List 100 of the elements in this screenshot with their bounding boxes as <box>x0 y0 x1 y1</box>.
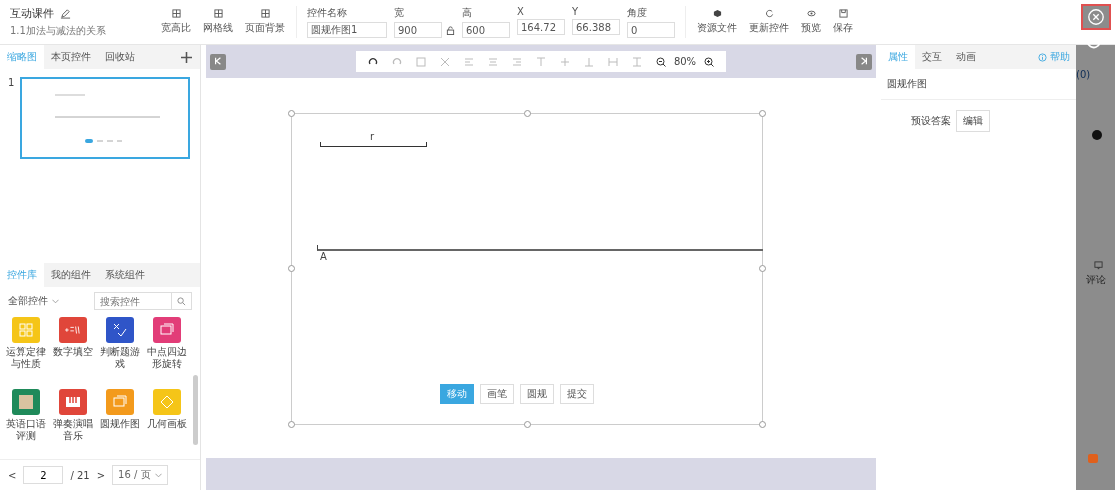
page-thumbnail[interactable] <box>20 77 191 159</box>
page-size-dropdown[interactable]: 16 / 页 <box>112 465 168 485</box>
category-dropdown[interactable]: 全部控件 <box>8 294 59 308</box>
widget-icon[interactable] <box>11 389 40 415</box>
edit-button[interactable]: 编辑 <box>956 110 990 132</box>
page-input[interactable]: 2 <box>23 466 64 484</box>
resize-handle[interactable] <box>759 110 766 117</box>
resize-handle[interactable] <box>288 421 295 428</box>
group-icon[interactable] <box>415 56 426 67</box>
collapse-right-icon <box>860 57 868 65</box>
field-label: 宽 <box>394 6 405 20</box>
toolbar-button[interactable]: 网格线 <box>198 7 238 37</box>
tool-button[interactable]: 圆规 <box>520 384 554 404</box>
field-label: 控件名称 <box>307 6 348 20</box>
widget-label: 几何画板 <box>145 418 188 430</box>
distribute-vertical-icon[interactable] <box>631 56 642 67</box>
pencil-icon[interactable] <box>60 8 71 19</box>
property-tab[interactable]: 交互 <box>915 45 949 69</box>
align-right-icon[interactable] <box>511 56 522 67</box>
badge-icon <box>1088 454 1098 463</box>
widget-icon[interactable] <box>152 317 181 343</box>
search-button[interactable] <box>172 292 192 310</box>
collapse-right-button[interactable] <box>856 53 872 70</box>
property-tab[interactable]: 动画 <box>949 45 983 69</box>
resize-handle[interactable] <box>288 110 295 117</box>
widget-icon[interactable] <box>58 389 87 415</box>
widget-label: 圆规作图 <box>98 418 141 430</box>
align-left-icon[interactable] <box>463 56 474 67</box>
property-input[interactable]: 164.72 <box>517 19 565 35</box>
resize-handle[interactable] <box>524 110 531 117</box>
resize-handle[interactable] <box>759 421 766 428</box>
widget-label: 运算定律与性质 <box>4 346 47 370</box>
grid-icon <box>213 9 223 18</box>
property-input[interactable]: 600 <box>462 22 510 38</box>
zoom-in-icon[interactable] <box>704 56 715 67</box>
comment-label: 评论 <box>1086 273 1106 287</box>
info-icon <box>1038 52 1047 62</box>
property-input[interactable]: 0 <box>627 22 675 38</box>
app-title: 互动课件 <box>10 6 54 21</box>
lock-icon[interactable] <box>446 25 455 35</box>
grid-icon <box>171 9 181 18</box>
field-label: Y <box>572 6 580 17</box>
widget-label: 判断题游戏 <box>98 346 141 370</box>
next-page-button[interactable]: > <box>96 469 106 481</box>
align-center-icon[interactable] <box>487 56 498 67</box>
toolbar-button[interactable]: 更新控件 <box>744 7 794 37</box>
cube-icon <box>712 9 722 18</box>
distribute-horizontal-icon[interactable] <box>607 56 618 67</box>
toolbar-button[interactable]: 保存 <box>828 7 858 37</box>
toolbar-button[interactable]: 资源文件 <box>692 7 742 37</box>
resize-handle[interactable] <box>288 265 295 272</box>
field-label: 高 <box>462 6 473 20</box>
search-field[interactable]: 搜索控件 <box>94 292 172 310</box>
collapse-left-button[interactable] <box>210 53 226 70</box>
add-icon[interactable] <box>181 51 192 63</box>
widget-label: 数字填空 <box>51 346 94 358</box>
toolbar-button[interactable]: 预览 <box>796 7 826 37</box>
collapse-left-icon <box>214 57 222 65</box>
align-top-icon[interactable] <box>535 56 546 67</box>
property-input[interactable]: 66.388 <box>572 19 620 35</box>
widget-label: 中点四边形旋转 <box>145 346 188 370</box>
page-number: 1 <box>8 77 15 90</box>
field-label: X <box>517 6 525 17</box>
align-bottom-icon[interactable] <box>583 56 594 67</box>
toolbar-button[interactable]: 页面背景 <box>240 7 290 37</box>
avatar-icon <box>1092 130 1102 140</box>
search-icon <box>177 296 186 306</box>
tool-button[interactable]: 提交 <box>560 384 594 404</box>
count-text: (0) <box>1076 69 1091 80</box>
page-total: / 21 <box>70 469 90 481</box>
previous-page-button[interactable]: < <box>8 469 17 481</box>
widget-icon[interactable] <box>105 317 134 343</box>
panel-tab[interactable]: 本页控件 <box>44 45 98 69</box>
save-icon <box>838 9 848 18</box>
comment-icon <box>1094 261 1103 270</box>
grid-icon <box>260 9 270 18</box>
widget-label: 英语口语评测 <box>4 418 47 442</box>
resize-handle[interactable] <box>759 265 766 272</box>
property-input[interactable]: 圆规作图1 <box>307 22 387 38</box>
undo-icon[interactable] <box>367 56 378 67</box>
close-button[interactable] <box>1081 4 1111 30</box>
answer-label: 预设答案 <box>911 114 951 128</box>
panel-tab[interactable]: 回收站 <box>98 45 142 69</box>
field-label: 角度 <box>627 6 648 20</box>
eye-icon <box>806 9 816 18</box>
chevron-down-icon <box>52 298 59 304</box>
library-tab[interactable]: 系统组件 <box>98 263 152 287</box>
library-tab[interactable]: 我的组件 <box>44 263 98 287</box>
ungroup-icon[interactable] <box>439 56 450 67</box>
tool-button[interactable]: 画笔 <box>480 384 514 404</box>
selection-frame[interactable]: r A 移动 画笔 圆规 提交 <box>291 113 763 425</box>
property-input[interactable]: 900 <box>394 22 442 38</box>
redo-icon[interactable] <box>391 56 402 67</box>
resize-handle[interactable] <box>524 421 531 428</box>
point-label: A <box>320 251 327 262</box>
toolbar-button[interactable]: 宽高比 <box>156 7 196 37</box>
align-middle-icon[interactable] <box>559 56 570 67</box>
zoom-out-icon[interactable] <box>655 56 666 67</box>
segment-label: r <box>370 131 375 142</box>
widget-icon[interactable] <box>58 317 87 343</box>
